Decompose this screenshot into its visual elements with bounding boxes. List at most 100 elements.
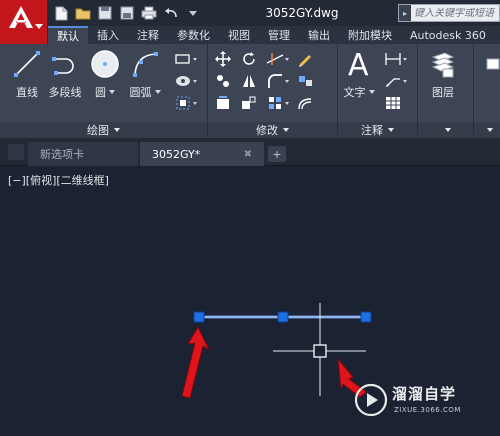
line-start-grip[interactable]: [193, 311, 205, 323]
add-tab-button[interactable]: +: [268, 146, 286, 162]
offset-icon[interactable]: [294, 94, 316, 112]
rotate-icon[interactable]: [238, 50, 260, 68]
modify-panel: 修改: [208, 44, 338, 138]
chevron-down-icon[interactable]: [109, 90, 115, 94]
tab-insert[interactable]: 插入: [88, 26, 128, 44]
annotation-arrow-icon: [181, 325, 211, 399]
layers-tool[interactable]: 图层: [426, 48, 460, 100]
leader-icon[interactable]: [382, 72, 407, 90]
array-icon[interactable]: [264, 94, 289, 112]
text-tool-text: 文字: [343, 86, 366, 99]
watermark-url: ZIXUE.3066.COM: [394, 406, 461, 414]
plus-icon: +: [272, 147, 282, 161]
circle-icon: [88, 48, 122, 80]
annotation-panel: A 文字 注释: [338, 44, 418, 138]
application-menu-button[interactable]: [0, 0, 48, 44]
line-midpoint-grip[interactable]: [277, 311, 289, 323]
file-tab-new[interactable]: 新选项卡: [28, 142, 138, 166]
arc-tool-label: 圆弧: [130, 84, 161, 100]
file-tab-document-label: 3052GY*: [152, 147, 201, 161]
circle-tool[interactable]: 圆: [88, 48, 122, 100]
annotation-panel-title[interactable]: 注释: [338, 122, 417, 138]
text-tool[interactable]: A 文字: [342, 48, 376, 100]
chevron-down-icon[interactable]: [368, 90, 375, 94]
line-tool-label: 直线: [16, 86, 38, 99]
explode-icon[interactable]: [294, 72, 316, 90]
file-tab-menu-icon[interactable]: [8, 144, 24, 160]
layers-tool-label: 图层: [432, 86, 454, 99]
layers-panel-expander[interactable]: [418, 122, 473, 138]
save-icon[interactable]: [96, 5, 114, 22]
block-panel-expander[interactable]: [474, 122, 500, 138]
chevron-down-icon: [403, 58, 407, 61]
tab-manage[interactable]: 管理: [259, 26, 299, 44]
title-bar: 3052GY.dwg ▸: [0, 0, 500, 26]
circle-tool-label: 圆: [95, 84, 115, 100]
tab-view[interactable]: 视图: [219, 26, 259, 44]
drawing-canvas[interactable]: [−][俯视][二维线框] 溜溜自学 ZIXUE.3066.COM: [0, 166, 500, 436]
fillet-icon[interactable]: [264, 72, 289, 90]
watermark-title: 溜溜自学: [392, 385, 457, 403]
tab-addins[interactable]: 附加模块: [339, 26, 401, 44]
layers-panel: 图层: [418, 44, 474, 138]
new-file-icon[interactable]: [52, 5, 70, 22]
watermark: 溜溜自学 ZIXUE.3066.COM: [354, 379, 474, 423]
polyline-tool[interactable]: 多段线: [48, 48, 82, 100]
print-icon[interactable]: [140, 5, 158, 22]
document-title: 3052GY.dwg: [208, 0, 396, 26]
chevron-down-icon: [193, 102, 197, 105]
file-tab-document[interactable]: 3052GY* ✖: [140, 142, 264, 166]
chevron-down-icon: [285, 102, 289, 105]
layers-icon: [426, 48, 460, 80]
chevron-down-icon: [283, 128, 289, 132]
tab-annotate[interactable]: 注释: [128, 26, 168, 44]
search-box[interactable]: ▸: [398, 4, 500, 22]
draw-panel-title[interactable]: 绘图: [0, 122, 207, 138]
line-tool[interactable]: 直线: [10, 48, 44, 100]
tab-parametric[interactable]: 参数化: [168, 26, 219, 44]
stretch-icon[interactable]: [212, 94, 234, 112]
chevron-down-icon: [285, 80, 289, 83]
chevron-down-icon: [35, 24, 43, 29]
chevron-down-icon: [388, 128, 394, 132]
chevron-down-icon: [285, 58, 289, 61]
tab-output[interactable]: 输出: [299, 26, 339, 44]
boundary-icon[interactable]: [172, 94, 197, 112]
copy-icon[interactable]: [212, 72, 234, 90]
rectangle-icon[interactable]: [172, 50, 197, 68]
autocad-logo-icon: [9, 6, 33, 28]
block-panel-partial: [474, 44, 500, 138]
mirror-icon[interactable]: [238, 72, 260, 90]
dimension-icon[interactable]: [382, 50, 407, 68]
chevron-right-icon[interactable]: ▸: [399, 5, 411, 21]
text-icon: A: [342, 48, 376, 80]
undo-icon[interactable]: [162, 5, 180, 22]
close-icon[interactable]: ✖: [244, 149, 252, 160]
tab-autodesk-360[interactable]: Autodesk 360: [401, 26, 495, 44]
move-icon[interactable]: [212, 50, 234, 68]
ribbon-panel: 直线 多段线 圆 圆弧 绘图 修改 A 文字 注释 图层: [0, 44, 500, 138]
hatch-icon[interactable]: [172, 72, 197, 90]
annotation-panel-title-text: 注释: [361, 124, 383, 137]
save-as-icon[interactable]: [118, 5, 136, 22]
trim-icon[interactable]: [264, 50, 289, 68]
arc-icon: [128, 48, 162, 80]
play-logo-icon: [354, 383, 388, 417]
search-input[interactable]: [411, 7, 499, 19]
polyline-icon: [48, 48, 82, 80]
table-icon[interactable]: [382, 94, 404, 112]
arc-tool[interactable]: 圆弧: [128, 48, 162, 100]
undo-dropdown-icon[interactable]: [184, 5, 202, 22]
insert-block-icon[interactable]: [482, 54, 500, 72]
open-folder-icon[interactable]: [74, 5, 92, 22]
text-tool-label: 文字: [344, 84, 375, 100]
erase-icon[interactable]: [294, 50, 316, 68]
modify-panel-title[interactable]: 修改: [208, 122, 337, 138]
tab-default[interactable]: 默认: [48, 26, 88, 44]
chevron-down-icon: [193, 58, 197, 61]
line-end-grip[interactable]: [360, 311, 372, 323]
chevron-down-icon: [114, 128, 120, 132]
circle-tool-text: 圆: [95, 86, 106, 99]
scale-icon[interactable]: [238, 94, 260, 112]
chevron-down-icon[interactable]: [154, 90, 161, 94]
